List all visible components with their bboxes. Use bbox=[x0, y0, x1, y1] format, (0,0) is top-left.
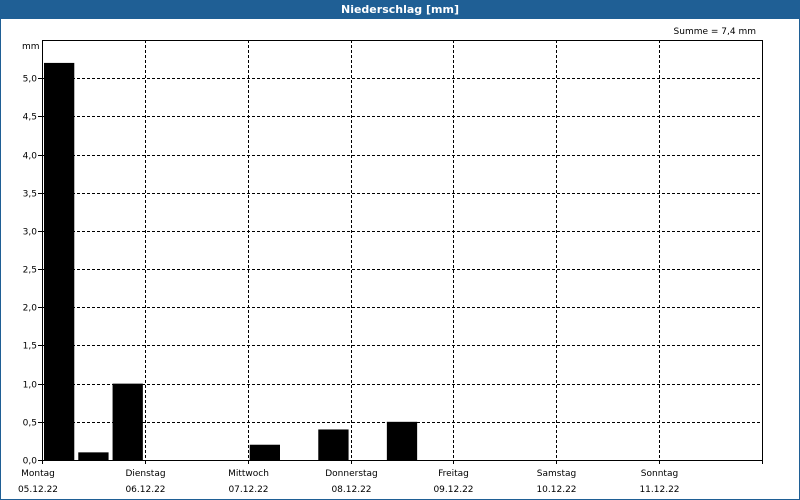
grid bbox=[42, 40, 762, 460]
y-tick-label: 3,0 bbox=[23, 228, 38, 238]
precipitation-chart: 0,0 0,5 1,0 1,5 2,0 2,5 3,0 3,5 4,0 4,5 5,0 Montag 0… bbox=[18, 27, 763, 495]
x-tick-label-date: 10.12.22 bbox=[536, 485, 576, 495]
bars bbox=[44, 62, 418, 461]
y-tick-label: 4,0 bbox=[23, 152, 38, 162]
y-tick-label: 4,5 bbox=[23, 113, 37, 123]
y-tick-label: 0,5 bbox=[23, 419, 37, 429]
y-axis-label: mm bbox=[22, 42, 40, 52]
total-annotation: Summe = 7,4 mm bbox=[674, 27, 756, 37]
y-tick-label: 3,5 bbox=[23, 190, 37, 200]
x-tick-label-date: 08.12.22 bbox=[331, 485, 371, 495]
x-tick-label-day: Dienstag bbox=[125, 469, 165, 479]
y-tick-label: 0,0 bbox=[23, 457, 38, 467]
y-tick-label: 1,0 bbox=[23, 381, 38, 391]
x-tick-label-date: 07.12.22 bbox=[228, 485, 268, 495]
precipitation-bar bbox=[386, 421, 418, 460]
precipitation-bar bbox=[249, 444, 280, 460]
y-tick-label: 2,0 bbox=[23, 304, 38, 314]
x-tick-label-day: Donnerstag bbox=[325, 469, 378, 479]
precipitation-bar bbox=[78, 452, 109, 460]
x-tick-label-day: Montag bbox=[21, 469, 55, 479]
x-tick-label-date: 05.12.22 bbox=[18, 485, 58, 495]
precipitation-bar bbox=[44, 62, 75, 461]
precipitation-bar bbox=[112, 383, 143, 460]
precipitation-bar bbox=[318, 429, 349, 460]
x-tick-label-day: Sonntag bbox=[641, 469, 678, 479]
x-tick-label-date: 06.12.22 bbox=[125, 485, 165, 495]
x-tick-label-date: 09.12.22 bbox=[433, 485, 473, 495]
y-tick-label: 5,0 bbox=[23, 75, 38, 85]
x-tick-label-date: 11.12.22 bbox=[639, 485, 679, 495]
x-tick-label-day: Freitag bbox=[438, 469, 469, 479]
y-tick-label: 2,5 bbox=[23, 266, 37, 276]
y-tick-label: 1,5 bbox=[23, 342, 37, 352]
x-tick-label-day: Samstag bbox=[537, 469, 576, 479]
x-tick-label-day: Mittwoch bbox=[228, 469, 269, 479]
